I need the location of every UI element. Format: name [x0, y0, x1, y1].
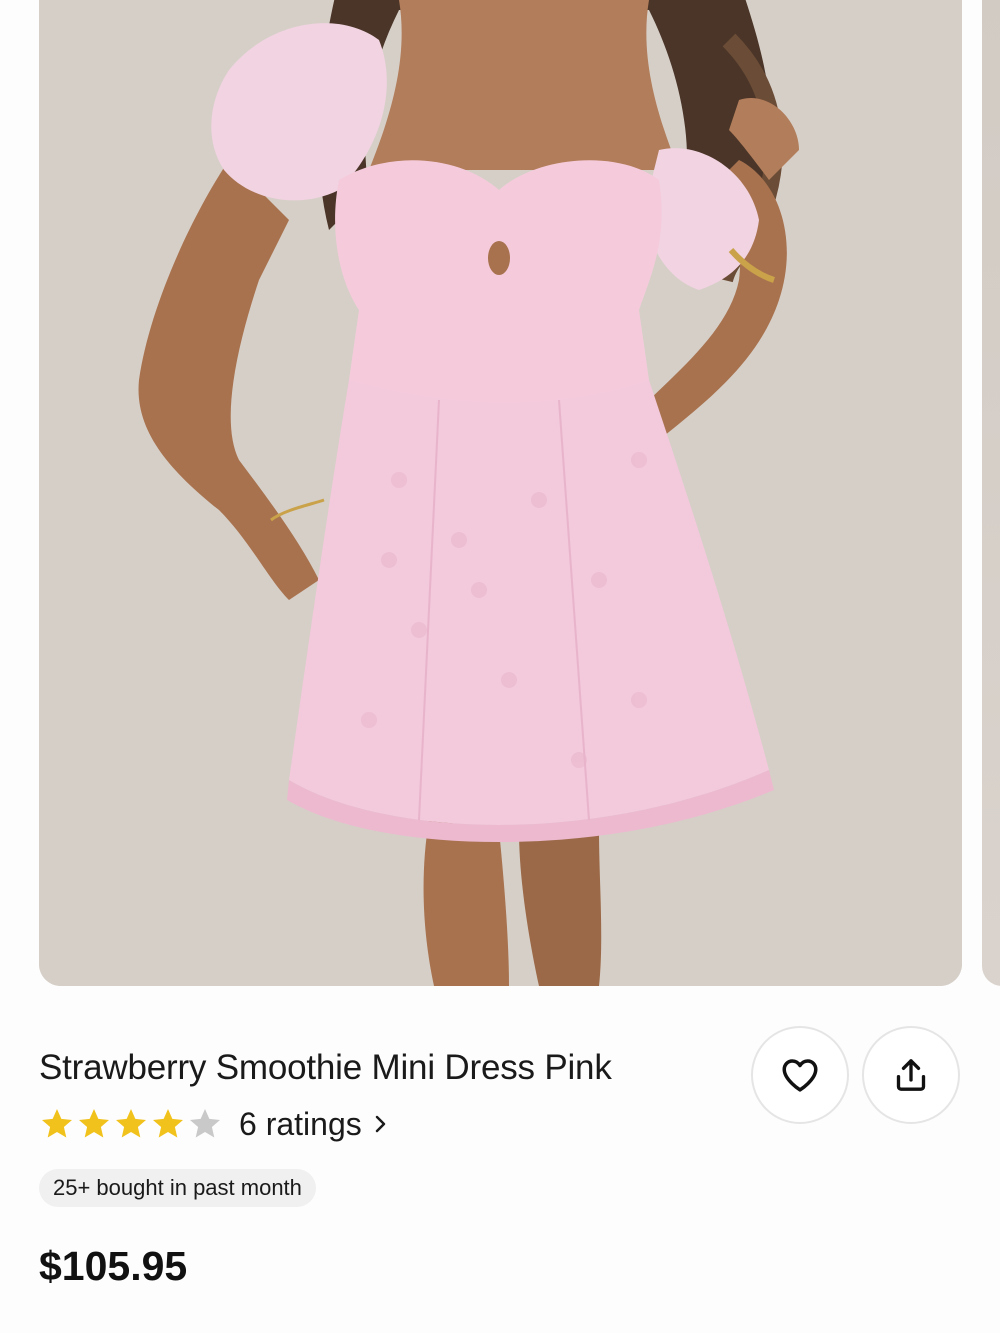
product-title: Strawberry Smoothie Mini Dress Pink [39, 1048, 612, 1087]
star-empty-icon [190, 1109, 220, 1138]
next-image-peek[interactable] [982, 0, 1000, 986]
social-proof-text: 25+ bought in past month [53, 1175, 302, 1200]
ratings-count: 6 ratings [239, 1105, 362, 1142]
rating-row[interactable]: 6 ratings [39, 1102, 388, 1146]
image-gallery[interactable] [0, 0, 1000, 990]
favorite-button[interactable] [751, 1026, 849, 1124]
star-filled-icon [116, 1109, 146, 1138]
product-image[interactable] [39, 0, 962, 986]
chevron-right-icon [374, 1106, 388, 1143]
product-photo [39, 0, 962, 986]
heart-outline-icon [782, 1059, 818, 1092]
star-filled-icon [42, 1109, 72, 1138]
product-page: Strawberry Smoothie Mini Dress Pink 6 ra… [0, 0, 1000, 1333]
social-proof-badge: 25+ bought in past month [39, 1169, 316, 1207]
share-upload-icon [896, 1059, 926, 1091]
star-rating [39, 1106, 223, 1142]
ratings-link[interactable]: 6 ratings [239, 1106, 388, 1143]
product-price: $105.95 [39, 1243, 188, 1289]
star-filled-icon [79, 1109, 109, 1138]
star-filled-icon [153, 1109, 183, 1138]
share-button[interactable] [862, 1026, 960, 1124]
